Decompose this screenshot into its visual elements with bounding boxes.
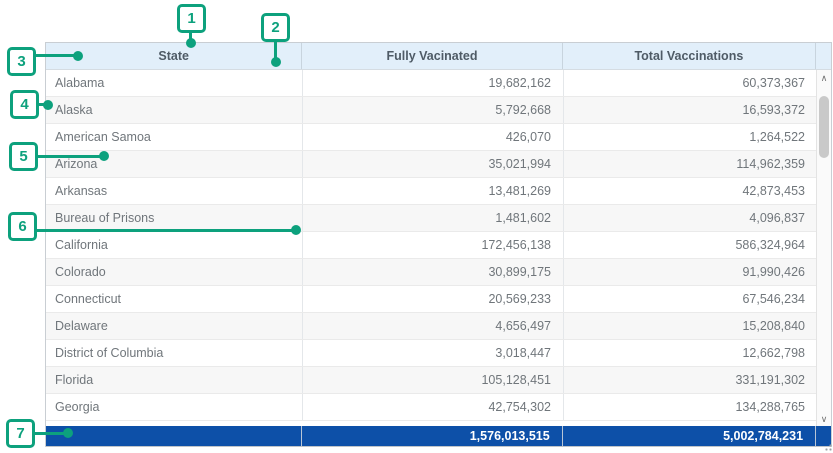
table-row[interactable]: Bureau of Prisons1,481,6024,096,837: [46, 205, 831, 232]
table-body: Alabama19,682,16260,373,367Alaska5,792,6…: [46, 70, 831, 427]
callout-2-dot: [271, 57, 281, 67]
totals-filler: [816, 426, 831, 446]
scrollbar-thumb[interactable]: [819, 96, 829, 158]
cell-total-vaccinations: 586,324,964: [564, 232, 818, 258]
cell-total-vaccinations: 12,662,798: [564, 340, 818, 366]
callout-5: 5: [9, 142, 38, 171]
callout-6-connector: [36, 229, 296, 232]
cell-fully-vaccinated: 35,021,994: [303, 151, 564, 177]
callout-7: 7: [6, 419, 35, 448]
callout-1-dot: [186, 38, 196, 48]
callout-6-label: 6: [18, 218, 26, 235]
cell-total-vaccinations: 91,990,426: [564, 259, 818, 285]
cell-total-vaccinations: 60,373,367: [564, 70, 818, 96]
callout-3-dot: [73, 51, 83, 61]
totals-cell-total-vaccinations: 5,002,784,231: [563, 426, 816, 446]
cell-state: Colorado: [46, 259, 303, 285]
table-row[interactable]: American Samoa426,0701,264,522: [46, 124, 831, 151]
cell-fully-vaccinated: 42,754,302: [303, 394, 564, 420]
cell-state: Florida: [46, 367, 303, 393]
callout-2-label: 2: [271, 19, 279, 36]
cell-fully-vaccinated: 19,682,162: [303, 70, 564, 96]
cell-state: Georgia: [46, 394, 303, 420]
callout-5-label: 5: [19, 148, 27, 165]
table-header-row: State Fully Vacinated Total Vaccinations: [46, 43, 831, 70]
totals-cell-state: [46, 426, 302, 446]
cell-state: California: [46, 232, 303, 258]
cell-state: American Samoa: [46, 124, 303, 150]
cell-total-vaccinations: 4,096,837: [564, 205, 818, 231]
cell-state: District of Columbia: [46, 340, 303, 366]
cell-state: Connecticut: [46, 286, 303, 312]
totals-cell-fully-vaccinated: 1,576,013,515: [302, 426, 562, 446]
cell-fully-vaccinated: 5,792,668: [303, 97, 564, 123]
vaccination-list-table: State Fully Vacinated Total Vaccinations…: [45, 42, 832, 447]
cell-state: Delaware: [46, 313, 303, 339]
callout-4-label: 4: [20, 96, 28, 113]
callout-3-label: 3: [17, 53, 25, 70]
cell-state: Arkansas: [46, 178, 303, 204]
table-row[interactable]: Arkansas13,481,26942,873,453: [46, 178, 831, 205]
callout-1: 1: [177, 4, 206, 33]
table-row[interactable]: Alabama19,682,16260,373,367: [46, 70, 831, 97]
cell-fully-vaccinated: 1,481,602: [303, 205, 564, 231]
cell-fully-vaccinated: 20,569,233: [303, 286, 564, 312]
column-header-state[interactable]: State: [46, 43, 302, 69]
table-row[interactable]: Florida105,128,451331,191,302: [46, 367, 831, 394]
cell-fully-vaccinated: 426,070: [303, 124, 564, 150]
table-row[interactable]: California172,456,138586,324,964: [46, 232, 831, 259]
callout-2: 2: [261, 13, 290, 42]
column-header-total-vaccinations[interactable]: Total Vaccinations: [563, 43, 816, 69]
callout-5-connector: [37, 155, 104, 158]
callout-6: 6: [8, 212, 37, 241]
header-filler: [816, 43, 831, 69]
cell-fully-vaccinated: 30,899,175: [303, 259, 564, 285]
cell-total-vaccinations: 16,593,372: [564, 97, 818, 123]
cell-state: Alaska: [46, 97, 303, 123]
cell-total-vaccinations: 134,288,765: [564, 394, 818, 420]
table-row[interactable]: Arizona35,021,994114,962,359: [46, 151, 831, 178]
callout-3-connector: [36, 54, 78, 57]
vertical-scrollbar[interactable]: ∧ ∨: [816, 70, 831, 427]
cell-fully-vaccinated: 13,481,269: [303, 178, 564, 204]
cell-total-vaccinations: 67,546,234: [564, 286, 818, 312]
callout-6-dot: [291, 225, 301, 235]
table-row[interactable]: Alaska5,792,66816,593,372: [46, 97, 831, 124]
totals-row: 1,576,013,515 5,002,784,231: [46, 426, 831, 447]
cell-fully-vaccinated: 172,456,138: [303, 232, 564, 258]
cell-total-vaccinations: 114,962,359: [564, 151, 818, 177]
cell-state: Alabama: [46, 70, 303, 96]
table-row[interactable]: Connecticut20,569,23367,546,234: [46, 286, 831, 313]
cell-state: Bureau of Prisons: [46, 205, 303, 231]
screenshot-page: State Fully Vacinated Total Vaccinations…: [0, 0, 833, 453]
cell-total-vaccinations: 331,191,302: [564, 367, 818, 393]
callout-5-dot: [99, 151, 109, 161]
cell-total-vaccinations: 42,873,453: [564, 178, 818, 204]
callout-4-dot: [43, 100, 53, 110]
table-row[interactable]: Colorado30,899,17591,990,426: [46, 259, 831, 286]
table-row[interactable]: District of Columbia3,018,44712,662,798: [46, 340, 831, 367]
cell-total-vaccinations: 1,264,522: [564, 124, 818, 150]
table-row[interactable]: Delaware4,656,49715,208,840: [46, 313, 831, 340]
column-header-fully-vaccinated[interactable]: Fully Vacinated: [302, 43, 562, 69]
callout-7-dot: [63, 428, 73, 438]
callout-1-label: 1: [187, 10, 195, 27]
callout-7-label: 7: [16, 425, 24, 442]
cell-fully-vaccinated: 4,656,497: [303, 313, 564, 339]
callout-4: 4: [10, 90, 39, 119]
cell-total-vaccinations: 15,208,840: [564, 313, 818, 339]
cell-fully-vaccinated: 3,018,447: [303, 340, 564, 366]
callout-3: 3: [7, 47, 36, 76]
table-row[interactable]: Georgia42,754,302134,288,765: [46, 394, 831, 421]
cell-fully-vaccinated: 105,128,451: [303, 367, 564, 393]
scroll-up-button[interactable]: ∧: [817, 70, 831, 86]
resize-grip-icon[interactable]: [825, 444, 832, 451]
scroll-down-button[interactable]: ∨: [817, 411, 831, 427]
